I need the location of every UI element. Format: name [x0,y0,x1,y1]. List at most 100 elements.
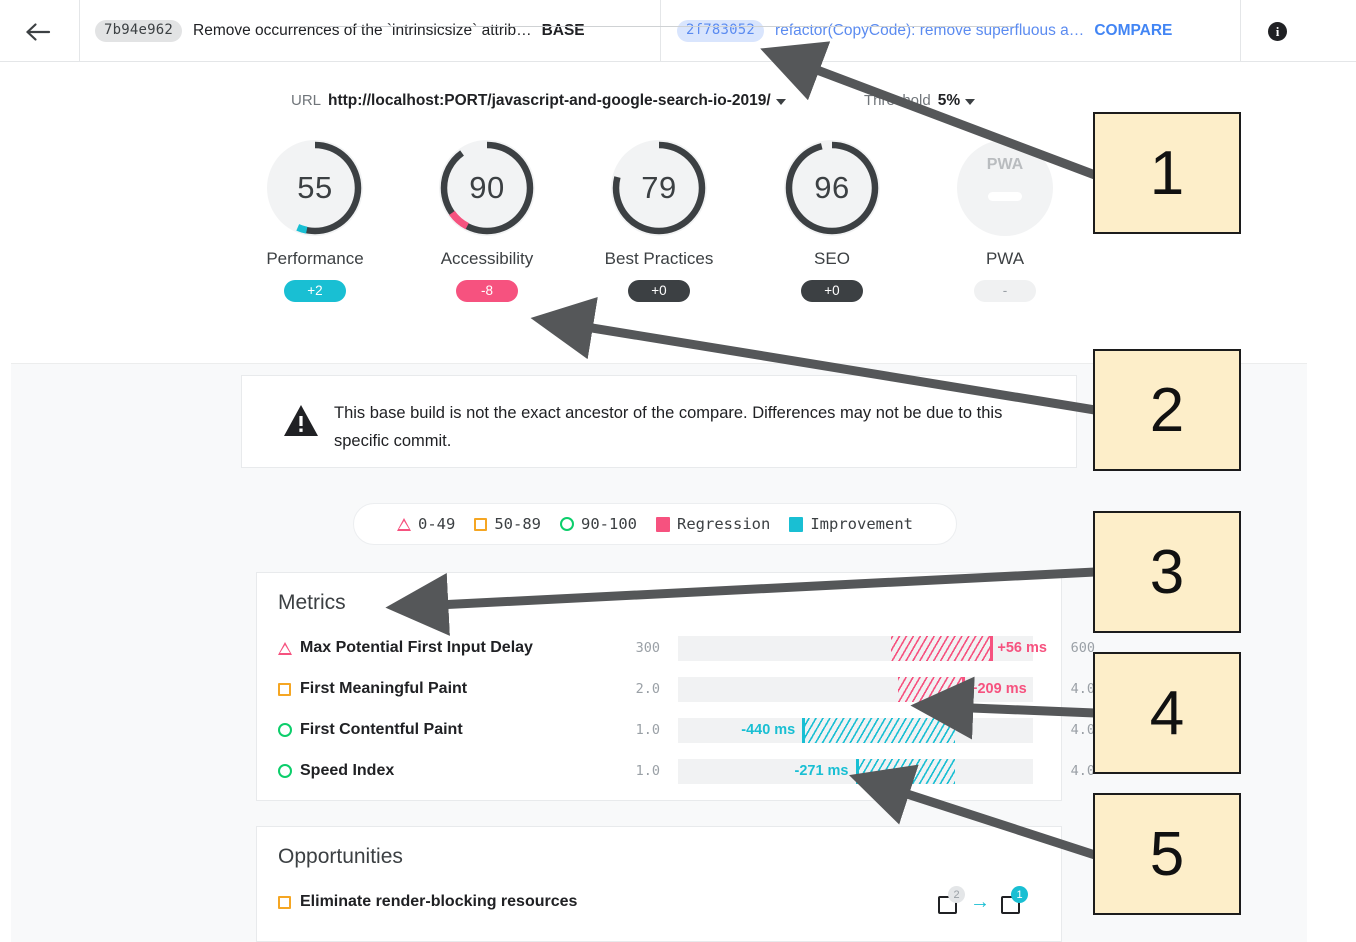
circle-outline-icon [278,764,292,778]
gauge-label: Best Practices [604,249,714,268]
gauge-score: 79 [641,170,677,205]
gauge-delta-badge: +2 [284,280,346,302]
chevron-down-icon[interactable] [775,99,786,105]
gauge-delta-badge: +0 [801,280,863,302]
legend-label: 50-89 [494,515,541,533]
circle-outline-icon [278,723,292,737]
metric-row[interactable]: First Meaningful Paint 2.0 +209 ms 4.0 [278,672,1095,706]
gauge-score: PWA [986,156,1024,173]
gauge-label: PWA [985,249,1025,268]
opportunity-diff-group: 2 → 1 [938,886,1028,914]
header-divider-mid [660,0,661,62]
metric-max: 600 [1070,640,1095,656]
triangle-outline-icon [278,641,292,655]
gauge-best-practices[interactable]: 79 Best Practices +0 [574,140,744,302]
compare-file-icon: 1 [1001,886,1028,914]
metric-row[interactable]: First Contentful Paint 1.0 -440 ms 4.0 [278,713,1095,747]
metric-delta-bar [855,758,955,784]
metric-delta-value: -440 ms [741,721,796,738]
metric-end-marker [855,758,859,784]
legend-item: 0-49 [397,515,455,533]
metric-delta-value: +209 ms [969,680,1027,697]
metric-delta-value: -271 ms [794,762,849,779]
triangle-outline-icon [397,517,411,531]
threshold-underline [864,26,1015,27]
swatch-icon [789,516,804,532]
threshold-value: 5% [937,92,961,109]
gauge-score: 90 [469,170,505,205]
legend-label: Regression [677,515,771,533]
legend-label: Improvement [810,515,913,533]
metric-track: +56 ms [678,635,1047,661]
opportunities-title: Opportunities [278,845,403,868]
arrow-left-icon [26,23,51,41]
arrow-right-icon: → [970,891,990,913]
base-ancestor-warning: This base build is not the exact ancesto… [241,375,1077,468]
metric-end-marker [802,717,806,743]
header-divider-left [79,0,80,62]
metric-score-icon [278,641,300,655]
metric-name: First Contentful Paint [300,721,463,738]
gauge-pwa[interactable]: PWA PWA - [920,140,1090,302]
info-icon[interactable]: i [1268,22,1287,41]
warning-text: This base build is not the exact ancesto… [334,404,1003,450]
metric-delta-bar [898,676,962,702]
gauge-delta-badge: -8 [456,280,518,302]
gauge-performance[interactable]: 55 Performance +2 [230,140,400,302]
metric-max: 4.0 [1070,681,1095,697]
gauge-ring: 55 [267,140,363,236]
url-value: http://localhost:PORT/javascript-and-goo… [328,92,771,109]
metric-end-marker [962,676,965,702]
base-commit-hash[interactable]: 7b94e962 [95,20,183,42]
base-file-icon: 2 [938,886,965,914]
url-label: URL [291,92,322,109]
metric-track: -271 ms [678,758,1033,784]
gauge-ring: 90 [439,140,535,236]
gauge-ring: 79 [611,140,707,236]
legend-item: Improvement [789,515,913,533]
gauge-accessibility[interactable]: 90 Accessibility -8 [402,140,572,302]
metrics-title: Metrics [278,591,346,614]
compare-commit-title: refactor(CopyCode): remove superfluous a… [775,22,1085,39]
metric-delta-bar [891,635,991,661]
base-commit-block[interactable]: 7b94e962 Remove occurrences of the `intr… [95,0,585,62]
metric-row[interactable]: Speed Index 1.0 -271 ms 4.0 [278,754,1095,788]
threshold-selector[interactable]: Threshold 5% [864,92,976,110]
metric-name: First Meaningful Paint [300,680,468,697]
opportunity-row[interactable]: Eliminate render-blocking resources 2 → 1 [278,885,1042,919]
gauge-delta-badge: - [974,280,1036,302]
gauge-seo[interactable]: 96 SEO +0 [747,140,917,302]
circle-outline-icon [560,517,574,531]
compare-commit-hash[interactable]: 2f783052 [677,20,765,42]
compare-commit-block[interactable]: 2f783052 refactor(CopyCode): remove supe… [677,0,1172,62]
compare-count-badge: 1 [1011,886,1028,903]
legend-item: Regression [656,515,770,533]
square-outline-icon [278,682,291,696]
opportunity-name: Eliminate render-blocking resources [300,893,578,910]
metric-row[interactable]: Max Potential First Input Delay 300 +56 ms… [278,631,1095,665]
app-header: 7b94e962 Remove occurrences of the `intr… [0,0,1356,62]
swatch-icon [656,516,670,532]
metric-end-marker [990,635,994,661]
opportunity-score-icon [278,895,300,909]
url-underline [291,26,848,27]
threshold-label: Threshold [864,92,931,109]
warning-triangle-icon [284,405,318,436]
legend-item: 90-100 [560,515,637,533]
back-button[interactable] [22,16,54,48]
square-outline-icon [474,517,488,531]
metric-max: 4.0 [1070,722,1095,738]
score-gauges: 55 Performance +2 90 Accessibility -8 79 Best P… [0,140,1356,330]
base-count-badge: 2 [948,886,965,903]
report-controls: URL http://localhost:PORT/javascript-and… [0,92,1356,124]
metric-delta-bar [802,717,955,743]
url-selector[interactable]: URL http://localhost:PORT/javascript-and… [291,92,786,110]
gauge-delta-badge: +0 [628,280,690,302]
metric-min: 1.0 [635,722,660,738]
chevron-down-icon[interactable] [965,99,976,105]
metrics-card: Metrics Max Potential First Input Delay 3… [256,572,1095,801]
metric-min: 1.0 [635,763,660,779]
header-divider-right [1240,0,1241,62]
opportunities-card: Opportunities Eliminate render-blocking … [256,826,1062,942]
gauge-score: 96 [814,170,850,205]
